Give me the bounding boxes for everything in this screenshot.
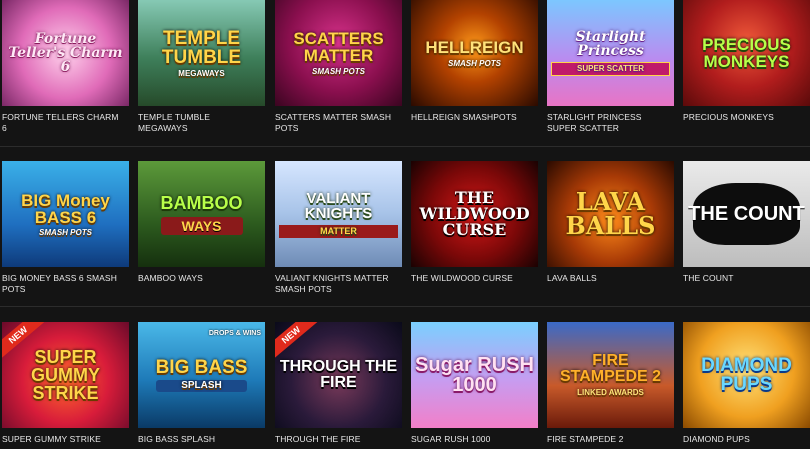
game-logo-sub: SMASH POTS bbox=[312, 67, 365, 76]
game-logo-sub: LINKED AWARDS bbox=[577, 388, 644, 397]
game-logo: DIAMOND PUPS bbox=[701, 355, 792, 395]
game-logo: Starlight Princess bbox=[575, 29, 646, 59]
game-logo-sub: WAYS bbox=[160, 216, 243, 235]
game-card-fire-stampede-2[interactable]: FIRE STAMPEDE 2 LINKED AWARDS FIRE STAMP… bbox=[547, 322, 674, 445]
game-title[interactable]: SUPER GUMMY STRIKE bbox=[2, 434, 129, 445]
game-thumbnail[interactable]: FIRE STAMPEDE 2 LINKED AWARDS bbox=[547, 322, 674, 428]
game-title[interactable]: LAVA BALLS bbox=[547, 273, 674, 284]
drops-and-wins-badge: DROPS & WINS bbox=[208, 330, 261, 337]
game-thumbnail[interactable]: BIG Money BASS 6 SMASH POTS bbox=[2, 161, 129, 267]
game-title[interactable]: THE WILDWOOD CURSE bbox=[411, 273, 538, 284]
game-title[interactable]: SUGAR RUSH 1000 bbox=[411, 434, 538, 445]
game-logo: HELLREIGN bbox=[425, 37, 524, 57]
game-logo-sub: MATTER bbox=[279, 224, 398, 238]
game-card-bamboo-ways[interactable]: BAMBOO WAYS BAMBOO WAYS bbox=[138, 161, 265, 284]
game-logo: FIRE STAMPEDE 2 bbox=[559, 352, 662, 385]
game-thumbnail[interactable]: THE COUNT bbox=[683, 161, 810, 267]
game-card-super-gummy-strike[interactable]: NEW SUPER GUMMY STRIKE SUPER GUMMY STRIK… bbox=[2, 322, 129, 445]
game-thumbnail[interactable]: SCATTERS MATTER SMASH POTS bbox=[275, 0, 402, 106]
game-logo: Sugar RUSH 1000 bbox=[415, 354, 534, 396]
game-logo: TEMPLE TUMBLE bbox=[161, 27, 242, 68]
game-logo: Fortune Teller's Charm 6 bbox=[8, 31, 123, 75]
row-divider bbox=[0, 306, 810, 307]
game-card-through-the-fire[interactable]: NEW THROUGH THE FIRE THROUGH THE FIRE bbox=[275, 322, 402, 445]
game-card-big-money-bass-6[interactable]: BIG Money BASS 6 SMASH POTS BIG MONEY BA… bbox=[2, 161, 129, 295]
game-card-fortune-tellers-charm[interactable]: Fortune Teller's Charm 6 FORTUNE TELLERS… bbox=[2, 0, 129, 134]
game-title[interactable]: THROUGH THE FIRE bbox=[275, 434, 402, 445]
game-title[interactable]: PRECIOUS MONKEYS bbox=[683, 112, 810, 123]
game-card-temple-tumble[interactable]: TEMPLE TUMBLE MEGAWAYS TEMPLE TUMBLE MEG… bbox=[138, 0, 265, 134]
game-logo: SUPER GUMMY STRIKE bbox=[31, 347, 100, 403]
game-logo: THE COUNT bbox=[688, 203, 805, 225]
new-badge: NEW bbox=[275, 322, 319, 360]
game-thumbnail[interactable]: NEW THROUGH THE FIRE bbox=[275, 322, 402, 428]
game-title[interactable]: BIG BASS SPLASH bbox=[138, 434, 265, 445]
game-card-wildwood-curse[interactable]: THE WILDWOOD CURSE THE WILDWOOD CURSE bbox=[411, 161, 538, 284]
game-card-starlight-princess[interactable]: Starlight Princess SUPER SCATTER STARLIG… bbox=[547, 0, 674, 134]
game-card-diamond-pups[interactable]: DIAMOND PUPS DIAMOND PUPS bbox=[683, 322, 810, 445]
game-thumbnail[interactable]: THE WILDWOOD CURSE bbox=[411, 161, 538, 267]
game-logo: BAMBOO bbox=[160, 192, 243, 213]
game-thumbnail[interactable]: BAMBOO WAYS bbox=[138, 161, 265, 267]
game-card-precious-monkeys[interactable]: PRECIOUS MONKEYS PRECIOUS MONKEYS bbox=[683, 0, 810, 123]
game-title[interactable]: VALIANT KNIGHTS MATTER SMASH POTS bbox=[275, 273, 402, 295]
game-thumbnail[interactable]: DROPS & WINS BIG BASS SPLASH bbox=[138, 322, 265, 428]
game-logo-sub: SMASH POTS bbox=[448, 58, 501, 68]
game-thumbnail[interactable]: VALIANT KNIGHTS MATTER bbox=[275, 161, 402, 267]
game-logo: VALIANT KNIGHTS bbox=[304, 189, 373, 222]
game-title[interactable]: TEMPLE TUMBLE MEGAWAYS bbox=[138, 112, 265, 134]
game-title[interactable]: STARLIGHT PRINCESS SUPER SCATTER bbox=[547, 112, 674, 134]
game-logo: SCATTERS MATTER bbox=[293, 29, 384, 65]
game-title[interactable]: FORTUNE TELLERS CHARM 6 bbox=[2, 112, 129, 134]
game-title[interactable]: FIRE STAMPEDE 2 bbox=[547, 434, 674, 445]
game-title[interactable]: HELLREIGN SMASHPOTS bbox=[411, 112, 538, 123]
game-title[interactable]: THE COUNT bbox=[683, 273, 810, 284]
game-card-the-count[interactable]: THE COUNT THE COUNT bbox=[683, 161, 810, 284]
game-title[interactable]: SCATTERS MATTER SMASH POTS bbox=[275, 112, 402, 134]
game-logo: THE WILDWOOD CURSE bbox=[419, 188, 530, 239]
game-thumbnail[interactable]: NEW SUPER GUMMY STRIKE bbox=[2, 322, 129, 428]
game-card-valiant-knights[interactable]: VALIANT KNIGHTS MATTER VALIANT KNIGHTS M… bbox=[275, 161, 402, 295]
game-logo-sub: SPLASH bbox=[155, 380, 248, 392]
game-title[interactable]: DIAMOND PUPS bbox=[683, 434, 810, 445]
game-thumbnail[interactable]: Fortune Teller's Charm 6 bbox=[2, 0, 129, 106]
game-logo: BIG Money BASS 6 bbox=[21, 190, 110, 227]
game-thumbnail[interactable]: TEMPLE TUMBLE MEGAWAYS bbox=[138, 0, 265, 106]
game-title[interactable]: BIG MONEY BASS 6 SMASH POTS bbox=[2, 273, 129, 295]
game-card-hellreign[interactable]: HELLREIGN SMASH POTS HELLREIGN SMASHPOTS bbox=[411, 0, 538, 123]
game-thumbnail[interactable]: LAVA BALLS bbox=[547, 161, 674, 267]
game-logo-sub: SMASH POTS bbox=[39, 227, 92, 237]
game-card-scatters-matter[interactable]: SCATTERS MATTER SMASH POTS SCATTERS MATT… bbox=[275, 0, 402, 134]
game-thumbnail[interactable]: PRECIOUS MONKEYS bbox=[683, 0, 810, 106]
game-thumbnail[interactable]: HELLREIGN SMASH POTS bbox=[411, 0, 538, 106]
game-card-sugar-rush-1000[interactable]: Sugar RUSH 1000 SUGAR RUSH 1000 bbox=[411, 322, 538, 445]
game-logo: THROUGH THE FIRE bbox=[279, 358, 398, 391]
game-thumbnail[interactable]: Starlight Princess SUPER SCATTER bbox=[547, 0, 674, 106]
game-card-big-bass-splash[interactable]: DROPS & WINS BIG BASS SPLASH BIG BASS SP… bbox=[138, 322, 265, 445]
game-logo: PRECIOUS MONKEYS bbox=[702, 35, 791, 71]
game-thumbnail[interactable]: Sugar RUSH 1000 bbox=[411, 322, 538, 428]
row-divider bbox=[0, 146, 810, 147]
game-logo-sub: MEGAWAYS bbox=[178, 68, 225, 78]
game-thumbnail[interactable]: DIAMOND PUPS bbox=[683, 322, 810, 428]
game-logo: LAVA BALLS bbox=[565, 187, 656, 240]
game-logo-sub: SUPER SCATTER bbox=[551, 62, 670, 76]
game-grid: Fortune Teller's Charm 6 FORTUNE TELLERS… bbox=[0, 0, 810, 449]
game-title[interactable]: BAMBOO WAYS bbox=[138, 273, 265, 284]
game-logo: BIG BASS bbox=[155, 357, 248, 378]
game-card-lava-balls[interactable]: LAVA BALLS LAVA BALLS bbox=[547, 161, 674, 284]
